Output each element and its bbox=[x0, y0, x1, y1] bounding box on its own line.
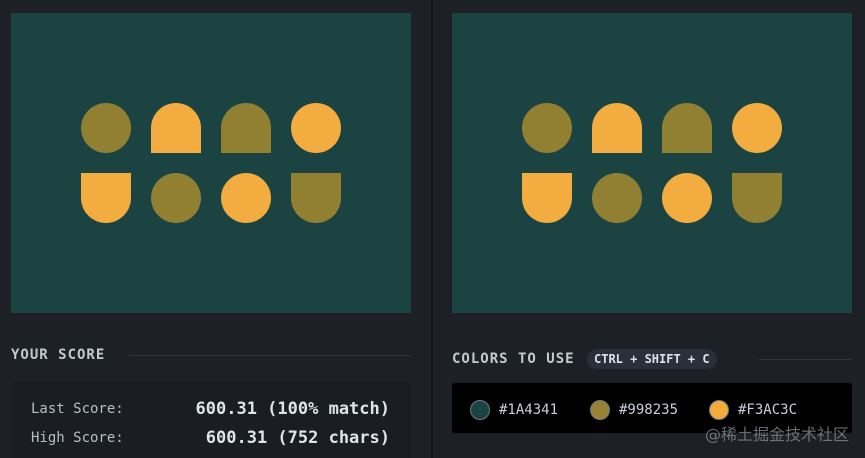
output-canvas[interactable] bbox=[11, 13, 411, 313]
color-hex-2: #998235 bbox=[619, 402, 679, 418]
circle-shape bbox=[291, 103, 341, 153]
high-score-row: High Score: 600.31 (752 chars) bbox=[11, 428, 411, 448]
high-score-label: High Score: bbox=[31, 430, 124, 446]
color-dot-1 bbox=[470, 400, 490, 420]
dome-shape bbox=[221, 103, 271, 153]
score-panel: Last Score: 600.31 (100% match) High Sco… bbox=[11, 382, 411, 458]
color-hex-1: #1A4341 bbox=[499, 402, 559, 418]
dome-shape bbox=[592, 103, 642, 153]
right-panel: COLORS TO USE CTRL + SHIFT + C #1A4341 #… bbox=[433, 0, 865, 458]
circle-shape bbox=[81, 103, 131, 153]
target-canvas bbox=[452, 13, 852, 313]
circle-shape bbox=[151, 173, 201, 223]
color-swatch-2[interactable]: #998235 bbox=[590, 399, 678, 421]
circle-shape bbox=[662, 173, 712, 223]
output-preview bbox=[11, 13, 411, 313]
canvas-background bbox=[11, 13, 411, 313]
your-score-title: YOUR SCORE bbox=[11, 347, 106, 363]
color-swatch-1[interactable]: #1A4341 bbox=[470, 399, 558, 421]
last-score-row: Last Score: 600.31 (100% match) bbox=[11, 399, 411, 419]
color-dot-2 bbox=[590, 400, 610, 420]
last-score-label: Last Score: bbox=[31, 401, 124, 417]
high-score-value: 600.31 (752 chars) bbox=[205, 428, 390, 448]
cup-shape bbox=[291, 173, 341, 223]
color-swatch-3[interactable]: #F3AC3C bbox=[709, 399, 797, 421]
score-title-rule bbox=[129, 355, 411, 356]
circle-shape bbox=[221, 173, 271, 223]
cup-shape bbox=[81, 173, 131, 223]
cup-shape bbox=[732, 173, 782, 223]
last-score-value: 600.31 (100% match) bbox=[195, 399, 390, 419]
cup-shape bbox=[522, 173, 572, 223]
dome-shape bbox=[151, 103, 201, 153]
target-image bbox=[452, 13, 852, 313]
color-hex-3: #F3AC3C bbox=[738, 402, 798, 418]
dome-shape bbox=[662, 103, 712, 153]
circle-shape bbox=[732, 103, 782, 153]
circle-shape bbox=[522, 103, 572, 153]
watermark: @稀土掘金技术社区 bbox=[704, 425, 849, 444]
canvas-background bbox=[452, 13, 852, 313]
circle-shape bbox=[592, 173, 642, 223]
copy-colors-shortcut-badge: CTRL + SHIFT + C bbox=[587, 349, 717, 369]
colors-title-rule bbox=[759, 359, 852, 360]
colors-to-use-title: COLORS TO USE bbox=[452, 351, 575, 367]
color-dot-3 bbox=[709, 400, 729, 420]
left-panel: YOUR SCORE Last Score: 600.31 (100% matc… bbox=[0, 0, 431, 458]
